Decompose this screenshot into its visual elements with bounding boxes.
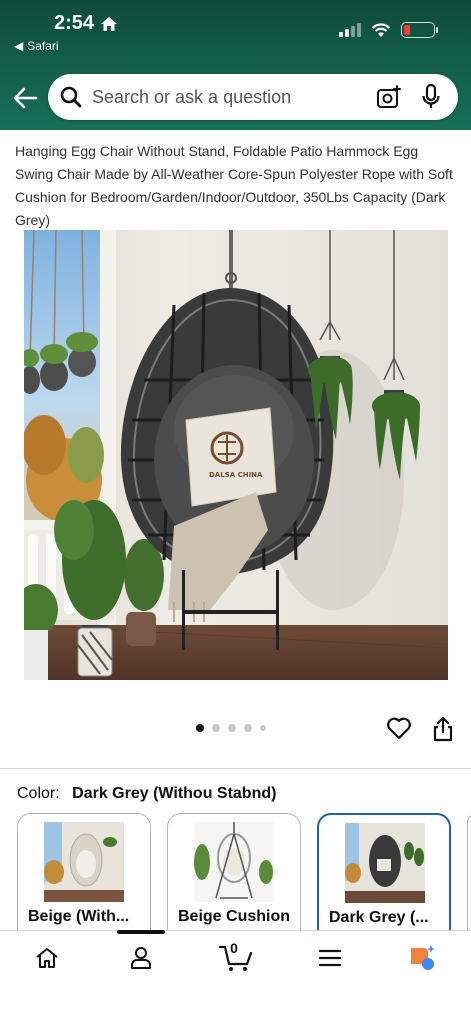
color-selection-label: Color: Dark Grey (Withou Stabnd) — [17, 785, 276, 803]
swatch-thumbnail-1 — [44, 822, 124, 902]
back-triangle-icon: ◀ — [14, 39, 24, 53]
swatch-thumbnail-3 — [345, 823, 425, 903]
back-app-label: Safari — [27, 39, 59, 53]
back-arrow-icon[interactable] — [12, 86, 38, 110]
carousel-dot-2[interactable] — [212, 724, 220, 732]
color-option-beige-with-stand[interactable]: Beige (With... — [17, 813, 151, 943]
swatch-thumbnail-2 — [194, 822, 274, 902]
active-tab-indicator — [117, 930, 165, 934]
carousel-dot-5[interactable] — [260, 725, 266, 731]
voice-search-button[interactable] — [418, 84, 444, 110]
search-bar[interactable]: Search or ask a question — [48, 74, 458, 120]
nav-account[interactable] — [125, 944, 157, 972]
egg-chair-photo: DALSA CHINA — [24, 230, 448, 680]
app-header: 2:54 ◀ Safari Search or ask a question — [0, 0, 471, 130]
home-status-icon — [101, 16, 118, 31]
carousel-dot-3[interactable] — [228, 724, 236, 732]
nav-rufus[interactable] — [406, 944, 438, 972]
color-option-label: Beige (With... — [28, 908, 130, 925]
back-to-safari[interactable]: ◀ Safari — [14, 39, 59, 53]
microphone-icon — [422, 84, 440, 108]
cart-count: 0 — [230, 940, 238, 956]
cell-signal-icon — [339, 23, 361, 37]
section-divider — [0, 768, 471, 769]
account-icon — [131, 947, 151, 969]
status-time-text: 2:54 — [54, 12, 95, 34]
nav-cart[interactable]: 0 — [218, 940, 254, 972]
product-image[interactable]: DALSA CHINA — [24, 230, 448, 680]
camera-search-button[interactable] — [376, 84, 402, 110]
color-option-label: Beige Cushion — [178, 908, 291, 925]
heart-icon[interactable] — [386, 716, 412, 740]
search-icon — [60, 86, 82, 108]
search-input[interactable]: Search or ask a question — [92, 87, 360, 108]
color-option-partial[interactable] — [467, 813, 471, 943]
color-value: Dark Grey (Withou Stabnd) — [72, 785, 277, 802]
battery-icon — [401, 22, 438, 38]
menu-icon — [319, 949, 341, 967]
rufus-icon — [411, 945, 435, 970]
color-option-beige-cushion[interactable]: Beige Cushion — [167, 813, 301, 943]
color-option-dark-grey[interactable]: Dark Grey (... — [317, 813, 451, 943]
wifi-icon — [371, 22, 391, 37]
share-icon[interactable] — [432, 716, 454, 742]
camera-icon — [377, 85, 401, 108]
nav-menu[interactable] — [314, 944, 346, 972]
home-icon — [36, 948, 58, 968]
color-option-label: Dark Grey (... — [329, 909, 429, 926]
image-carousel-dots[interactable] — [196, 724, 266, 732]
product-title: Hanging Egg Chair Without Stand, Foldabl… — [15, 143, 453, 228]
status-time: 2:54 — [54, 12, 118, 35]
status-indicators — [339, 22, 438, 38]
nav-home[interactable] — [31, 944, 63, 972]
carousel-dot-1[interactable] — [196, 724, 204, 732]
carousel-dot-4[interactable] — [244, 724, 252, 732]
color-label: Color: — [17, 785, 60, 802]
pillow-logo-text: DALSA CHINA — [209, 471, 263, 479]
